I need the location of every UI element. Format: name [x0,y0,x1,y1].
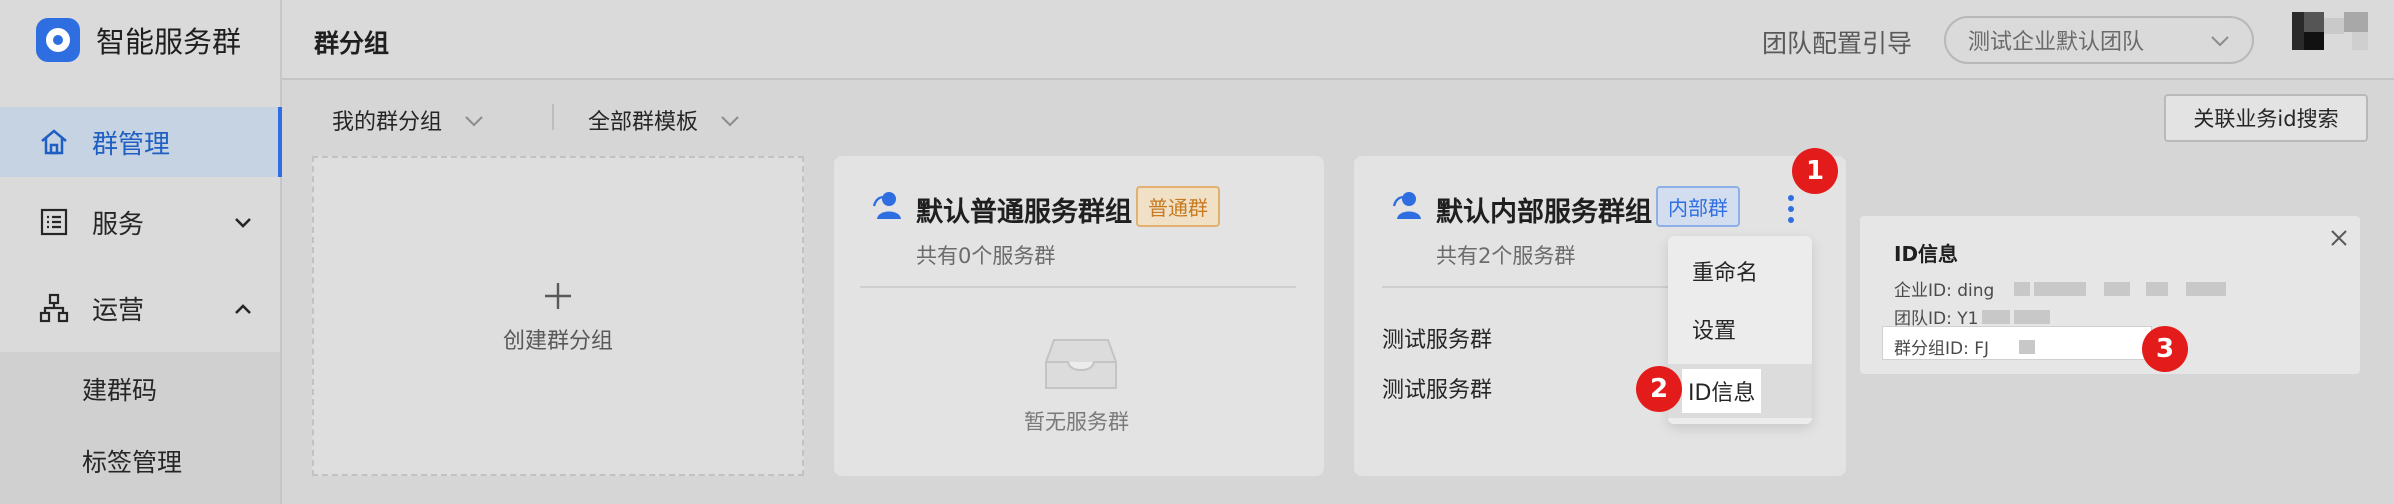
sidebar-subitem-tag-management[interactable]: 标签管理 [82,443,182,479]
redacted-value [2146,281,2169,296]
create-group-card[interactable]: 创建群分组 [312,156,804,476]
status-badge: 内部群 [1656,186,1740,227]
user-group-icon [1390,188,1424,222]
sidebar: 智能服务群 群管理 服务 运营 建群码 标签管理 [0,0,282,504]
menu-item-label: 设置 [1692,319,1737,344]
group-card-title: 默认内部服务群组 [1436,197,1652,228]
team-select-value: 测试企业默认团队 [1968,30,2145,55]
group-card-title: 默认普通服务群组 [916,197,1132,228]
step-marker-3: 3 [2142,326,2188,372]
team-config-guide-link[interactable]: 团队配置引导 [1762,24,1912,60]
brand: 智能服务群 [36,18,241,62]
divider [860,286,1296,288]
corp-id-row: 企业ID: ding [1894,276,2227,301]
status-badge: 普通群 [1136,186,1220,227]
corp-id-label: 企业ID: ding [1894,281,1995,301]
menu-item-id-info[interactable]: ID信息 [1668,364,1812,418]
menu-item-label: ID信息 [1682,369,1762,413]
group-count-text: 共有0个服务群 [916,244,1056,268]
list-item[interactable]: 测试服务群 [1382,322,1492,354]
group-count-text: 共有2个服务群 [1436,244,1576,268]
create-group-label: 创建群分组 [502,329,613,354]
step-marker-2: 2 [1636,366,1682,412]
header: 群分组 团队配置引导 测试企业默认团队 [282,0,2394,80]
page-title: 群分组 [314,29,390,58]
redacted-value [1982,309,2011,324]
divider [552,104,554,130]
group-id-row: 群分组ID: FJ [1894,334,2036,359]
empty-text: 暂无服务群 [1024,410,1129,434]
chevron-down-icon [464,108,484,132]
sidebar-item-label: 群管理 [92,129,171,160]
sidebar-item-label: 服务 [92,209,145,240]
sidebar-item-label: 运营 [92,295,145,326]
brand-name: 智能服务群 [96,25,242,59]
step-marker-1: 1 [1792,148,1838,194]
redacted-value [2034,281,2087,296]
sidebar-item-service[interactable]: 服务 [0,187,282,257]
chevron-down-icon [720,108,740,132]
plus-icon [543,277,573,317]
avatar[interactable] [2292,12,2382,54]
all-templates-filter[interactable]: 全部群模板 [588,104,740,136]
close-icon[interactable] [2330,224,2348,254]
sidebar-subitem-group-code[interactable]: 建群码 [82,371,157,407]
menu-item-settings[interactable]: 设置 [1668,302,1812,356]
card-action-menu: 重命名 设置 ID信息 [1668,236,1812,424]
my-groups-filter[interactable]: 我的群分组 [332,104,484,136]
divider [1382,286,1682,288]
chevron-down-icon [2210,28,2230,53]
user-group-icon [870,188,904,222]
chevron-down-icon [234,210,252,235]
redacted-value [2019,339,2036,354]
my-groups-filter-label: 我的群分组 [332,110,443,135]
sidebar-item-operations[interactable]: 运营 [0,273,282,343]
group-card-normal[interactable]: 默认普通服务群组 普通群 共有0个服务群 暂无服务群 [834,156,1324,476]
menu-item-label: 重命名 [1692,261,1759,286]
group-id-label: 群分组ID: FJ [1894,339,1990,359]
redacted-value [2104,281,2131,296]
menu-item-rename[interactable]: 重命名 [1668,244,1812,298]
biz-id-search-button[interactable]: 关联业务id搜索 [2164,94,2368,142]
redacted-value [2014,309,2051,324]
empty-inbox-icon [1044,336,1118,396]
brand-logo [36,18,80,62]
list-icon [38,206,70,238]
more-vertical-icon[interactable] [1786,194,1796,228]
id-info-title: ID信息 [1894,242,1959,266]
home-icon [38,126,70,158]
org-chart-icon [38,292,70,324]
id-info-panel: ID信息 企业ID: ding 团队ID: Y1 群分组ID: FJ [1860,216,2360,374]
all-templates-filter-label: 全部群模板 [588,110,699,135]
team-select[interactable]: 测试企业默认团队 [1944,16,2254,64]
list-item[interactable]: 测试服务群 [1382,372,1492,404]
redacted-value [2014,281,2031,296]
sidebar-item-group-management[interactable]: 群管理 [0,107,282,177]
chevron-up-icon [234,296,252,321]
redacted-value [2186,281,2227,296]
